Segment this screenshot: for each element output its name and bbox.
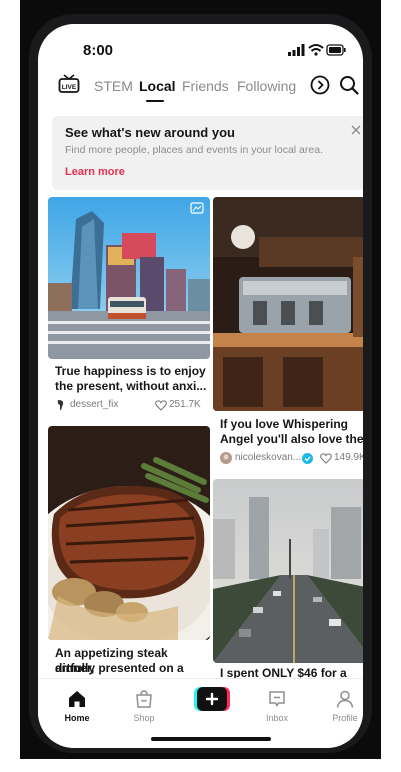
card-username[interactable]: dessert_fix [70,399,118,410]
heart-icon[interactable] [320,453,332,464]
feed-card[interactable]: True happiness is to enjoy the present, … [48,197,210,419]
card-thumbnail[interactable] [213,479,363,663]
inbox-message-icon [269,691,285,707]
tab-stem[interactable]: STEM [94,78,133,94]
nav-profile[interactable]: Profile [320,683,363,723]
banner-subtitle: Find more people, places and events in y… [65,144,323,156]
feed-card[interactable]: I spent ONLY $46 for a [213,479,363,680]
profile-person-icon [336,690,354,708]
signal-wifi-battery-icon [288,44,346,56]
local-banner: See what's new around you Find more peop… [52,116,363,190]
card-caption: Angel you'll also love the... [220,432,363,446]
nav-inbox[interactable]: Inbox [252,683,302,723]
heart-icon[interactable] [155,400,167,411]
nav-label: Inbox [265,713,289,723]
user-avatar-icon [220,452,232,464]
nav-home[interactable]: Home [52,683,102,723]
banner-title: See what's new around you [65,125,235,140]
status-time: 8:00 [83,42,114,59]
chevron-right-circle-icon[interactable] [310,75,330,95]
tab-local[interactable]: Local [139,78,176,94]
search-icon[interactable] [339,75,359,95]
status-bar: 8:00 [38,24,363,70]
feed-card[interactable]: If you love Whispering Angel you'll also… [213,197,363,473]
close-icon[interactable] [350,124,362,136]
nav-label: Profile [332,713,358,723]
nav-shop[interactable]: Shop [119,683,169,723]
card-caption: If you love Whispering [220,417,349,431]
like-count: 149.9K [334,452,363,463]
card-caption: True happiness is to enjoy [55,364,206,378]
nav-label: Shop [133,713,155,723]
card-username[interactable]: nicoleskovan... [235,452,301,463]
create-plus-button[interactable] [194,687,230,711]
home-icon [69,691,85,707]
feed-card[interactable]: An appetizing steak dinner, artfully pre… [48,426,210,690]
card-thumbnail[interactable] [48,426,210,640]
card-meta: dessert_fix 251.7K [55,399,205,413]
card-thumbnail[interactable] [48,197,210,359]
card-meta: nicoleskovan... 149.9K [220,452,363,466]
user-avatar-icon [57,400,64,410]
top-nav: LIVE STEM Local Friends Following [38,70,363,104]
phone-screen: 8:00 LIVE STEM Local Friends Following S… [38,24,363,748]
nav-label: Home [64,713,90,723]
tab-friends[interactable]: Friends [182,78,229,94]
live-tv-icon[interactable]: LIVE [58,74,80,94]
learn-more-link[interactable]: Learn more [65,166,125,178]
card-thumbnail[interactable] [213,197,363,411]
tab-following[interactable]: Following [237,78,296,94]
card-caption: the present, without anxi... [55,379,207,393]
verified-badge-icon [302,453,313,464]
active-tab-indicator [146,100,164,102]
svg-text:LIVE: LIVE [62,84,77,91]
home-indicator [151,737,271,741]
shop-bag-icon [136,690,152,708]
like-count: 251.7K [169,399,201,410]
